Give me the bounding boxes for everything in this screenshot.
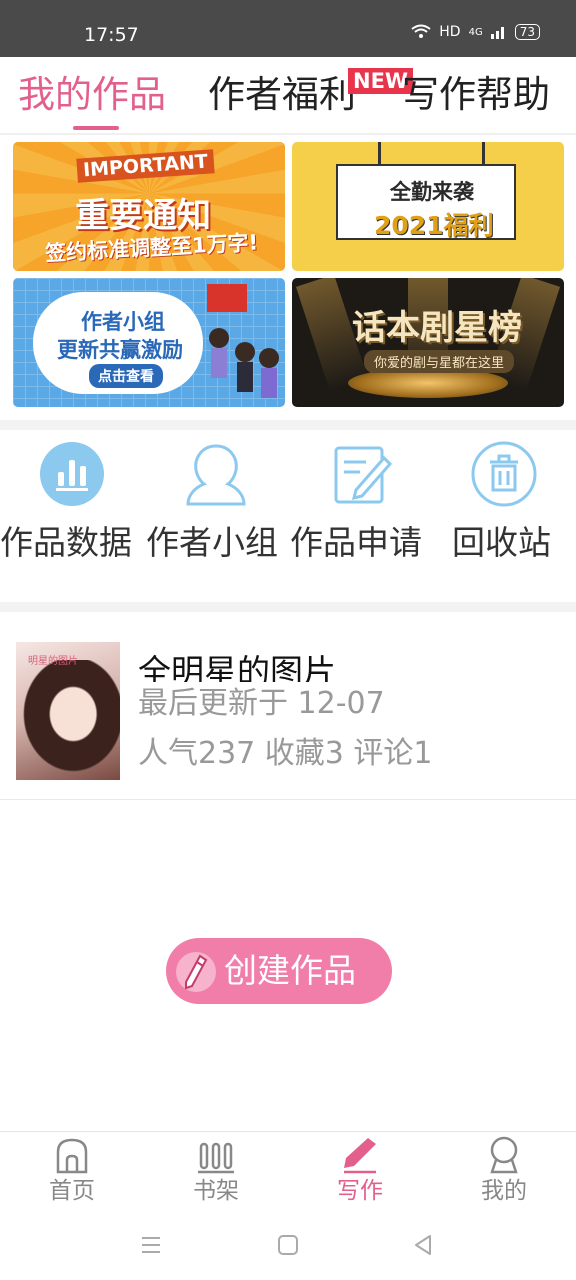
status-time: 17:57 (84, 24, 139, 46)
status-indicators: HD 4G 73 (411, 24, 540, 40)
nav-profile[interactable]: 我的 (454, 1132, 554, 1216)
nav-home[interactable]: 首页 (22, 1132, 122, 1216)
home-icon (56, 1138, 88, 1174)
recycle-bin-entry[interactable]: 回收站 (444, 440, 564, 570)
banner-view-button[interactable]: 点击查看 (89, 364, 163, 388)
work-updated-time: 最后更新于 12-07 (138, 686, 385, 721)
work-title: 全明星的图片 (138, 652, 336, 682)
nav-bookshelf[interactable]: 书架 (166, 1132, 266, 1216)
works-data-entry[interactable]: 作品数据 (0, 440, 132, 570)
active-tab-indicator (73, 126, 119, 130)
nav-home-label: 首页 (49, 1178, 95, 1204)
system-nav-bar (0, 1215, 576, 1280)
flag-icon (207, 284, 247, 312)
bookshelf-icon (198, 1142, 234, 1174)
edit-document-icon (334, 446, 393, 504)
author-group-label: 作者小组 (146, 523, 278, 562)
top-tabs: 我的作品 作者福利 NEW 写作帮助 (0, 57, 576, 133)
divider (0, 133, 576, 135)
works-data-label: 作品数据 (0, 523, 132, 562)
home-square-icon[interactable] (277, 1234, 299, 1256)
banner-subtitle: 你爱的剧与星都在这里 (364, 350, 515, 373)
create-work-label: 创建作品 (224, 951, 356, 990)
person-group-icon (186, 444, 246, 506)
profile-icon (490, 1136, 518, 1174)
banner-attendance-welfare[interactable]: 全勤来袭 2021福利 (292, 142, 564, 271)
battery-level: 73 (514, 24, 540, 40)
menu-icon[interactable] (140, 1235, 162, 1255)
banner-important-notice[interactable]: IMPORTANT 重要通知 签约标准调整至1万字! (13, 142, 285, 271)
work-cover-image: 明星的图片 (16, 642, 120, 780)
trash-icon (471, 441, 537, 507)
banner-title: 全勤来袭 (390, 180, 474, 204)
author-group-entry[interactable]: 作者小组 (146, 440, 278, 570)
nav-profile-label: 我的 (481, 1178, 527, 1204)
pencil-icon (185, 954, 208, 990)
cover-illustration (16, 660, 120, 780)
network-label: HD (439, 24, 461, 40)
section-divider (0, 420, 576, 430)
signal-icon (490, 27, 504, 39)
cover-caption: 明星的图片 (28, 656, 78, 667)
recycle-bin-label: 回收站 (452, 523, 551, 562)
bottom-nav: 首页 书架 写作 我的 (0, 1131, 576, 1215)
banner-title: 作者小组 (81, 310, 165, 334)
wifi-icon (411, 24, 431, 38)
banner-subtitle: 2021福利 (374, 211, 494, 240)
work-stats: 人气237 收藏3 评论1 (138, 736, 433, 771)
nav-write-label: 写作 (337, 1178, 383, 1204)
status-bar: 17:57 HD 4G 73 (0, 0, 576, 57)
banner-author-group[interactable]: 作者小组 更新共赢激励 点击查看 (13, 278, 285, 407)
people-illustration (209, 328, 279, 398)
tab-writing-help[interactable]: 写作帮助 (402, 73, 550, 117)
create-work-button[interactable]: 创建作品 (166, 938, 392, 1004)
section-divider (0, 602, 576, 612)
nav-bookshelf-label: 书架 (193, 1178, 239, 1204)
back-icon[interactable] (412, 1233, 434, 1257)
signal-label: 4G (468, 26, 483, 38)
works-application-entry[interactable]: 作品申请 (290, 440, 422, 570)
work-list-item[interactable]: 明星的图片 全明星的图片 最后更新于 12-07 人气237 收藏3 评论1 (0, 612, 576, 800)
works-application-label: 作品申请 (290, 523, 422, 562)
pen-icon (344, 1138, 376, 1174)
tab-author-welfare[interactable]: 作者福利 (208, 73, 356, 117)
banner-title: 话本剧星榜 (352, 308, 522, 348)
bar-chart-icon (40, 442, 104, 506)
nav-write[interactable]: 写作 (310, 1132, 410, 1216)
banner-drama-star-ranking[interactable]: 话本剧星榜 你爱的剧与星都在这里 (292, 278, 564, 407)
banner-subtitle: 更新共赢激励 (57, 338, 183, 362)
tab-my-works[interactable]: 我的作品 (18, 73, 166, 117)
